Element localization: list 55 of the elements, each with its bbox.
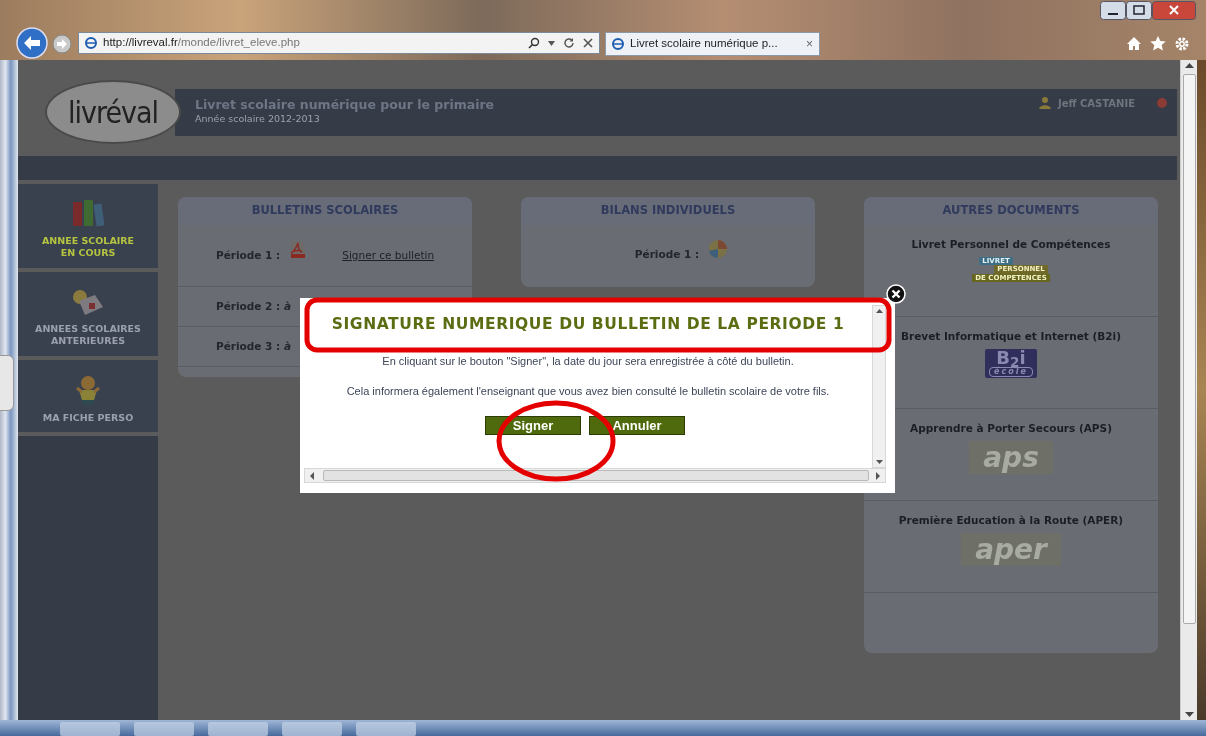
site-logo[interactable]: livréval: [45, 80, 181, 144]
refresh-icon[interactable]: [563, 37, 575, 49]
star-icon[interactable]: [1150, 36, 1166, 51]
scroll-up-arrow-icon[interactable]: [875, 306, 883, 316]
period-label: Période 2 : à: [216, 298, 291, 314]
cancel-button[interactable]: Annuler: [589, 416, 685, 435]
address-bar[interactable]: http://livreval.fr/monde/livret_eleve.php: [78, 32, 600, 54]
back-button[interactable]: [16, 27, 48, 59]
stop-icon[interactable]: [583, 38, 593, 48]
sign-button[interactable]: Signer: [485, 416, 581, 435]
sidebar-item[interactable]: ANNEE SCOLAIRE EN COURS: [18, 184, 158, 268]
folder-icon: [71, 287, 105, 318]
b2i-logo[interactable]: B$_{2}$i école: [985, 348, 1037, 378]
dialog-text: Cela informera également l'enseignant que vous avez bien consulté le bulletin scolaire de votre fils.: [346, 383, 830, 399]
sidebar-item[interactable]: ANNEES SCOLAIRES ANTERIEURES: [18, 272, 158, 356]
dialog-text: En cliquant sur le bouton "Signer", la date du jour sera enregistrée à côté du bulletin.: [382, 354, 794, 369]
scroll-down-arrow-icon[interactable]: [875, 457, 883, 467]
maximize-button[interactable]: [1126, 1, 1152, 20]
document-title[interactable]: Livret Personnel de Compétences: [911, 237, 1111, 253]
caret-icon[interactable]: [548, 40, 555, 46]
document-title[interactable]: Brevet Informatique et Internet (B2i): [901, 329, 1121, 345]
browser-tab[interactable]: Livret scolaire numérique p... ×: [605, 32, 820, 56]
page-icon: [85, 37, 97, 49]
sign-link[interactable]: Signer ce bulletin: [342, 247, 435, 264]
school-year: Année scolaire 2012-2013: [195, 112, 321, 127]
period-label: Période 3 : à: [216, 338, 291, 354]
sidebar-item[interactable]: MA FICHE PERSO: [18, 360, 158, 432]
program-logo[interactable]: aps: [969, 440, 1053, 475]
search-icon[interactable]: [528, 37, 540, 49]
forward-button[interactable]: [52, 34, 72, 54]
settings-icon[interactable]: [1174, 36, 1190, 52]
document-title[interactable]: Première Education à la Route (APER): [898, 513, 1124, 529]
site-title: Livret scolaire numérique pour le primaire: [195, 97, 495, 113]
document-title[interactable]: Apprendre à Porter Secours (APS): [910, 421, 1112, 437]
page-icon: [612, 38, 624, 50]
card-title: AUTRES DOCUMENTS: [864, 197, 1158, 225]
scroll-right-arrow-icon[interactable]: [875, 471, 881, 480]
period-label: Période 1 :: [216, 247, 281, 263]
card-title: BULLETINS SCOLAIRES: [178, 197, 472, 225]
period-label: Période 1 :: [634, 247, 700, 263]
close-button[interactable]: [1152, 1, 1196, 20]
panel-handle[interactable]: [0, 355, 14, 411]
program-logo[interactable]: aper: [961, 532, 1061, 567]
dialog-title: SIGNATURE NUMERIQUE DU BULLETIN DE LA PERIODE 1: [331, 315, 845, 333]
user-icon: [1037, 96, 1052, 110]
user-name[interactable]: Jeff CASTANIE: [1057, 95, 1135, 111]
page-scrollbar[interactable]: [1180, 60, 1197, 720]
vertical-scrollbar[interactable]: [872, 305, 886, 468]
scroll-left-arrow-icon[interactable]: [309, 471, 315, 480]
tab-close-button[interactable]: ×: [806, 35, 813, 53]
horizontal-scrollbar[interactable]: [304, 468, 886, 483]
close-icon[interactable]: [886, 284, 906, 304]
card-title: BILANS INDIVIDUELS: [521, 197, 815, 225]
minimize-button[interactable]: [1100, 1, 1126, 20]
home-icon[interactable]: [1126, 36, 1142, 51]
